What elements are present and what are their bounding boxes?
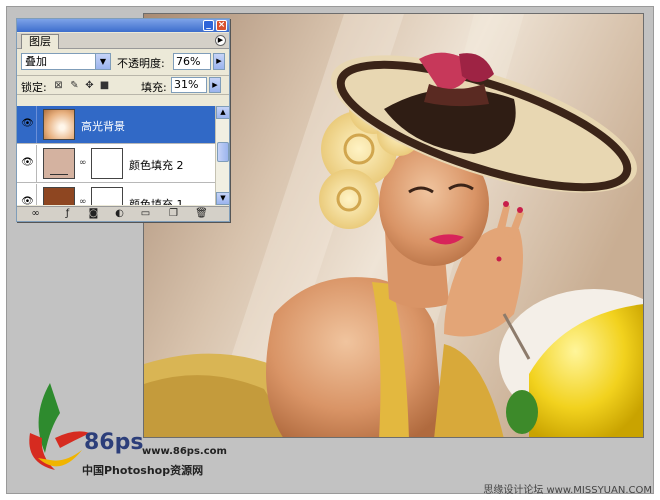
lock-move-icon[interactable]: ✥ [84,80,95,91]
layer-name: 高光背景 [81,120,125,133]
scroll-up-icon[interactable]: ▲ [216,106,230,119]
layer-mask-thumbnail [91,187,123,205]
layer-thumbnail [43,148,75,179]
lock-all-icon[interactable]: ■ [99,80,110,91]
new-group-icon[interactable]: ▭ [139,208,152,220]
layer-row[interactable]: 👁 高光背景 [17,106,215,144]
forum-watermark: 思缘设计论坛 www.MISSYUAN.COM [483,485,652,496]
adjustment-layer-icon[interactable]: ◐ [113,208,126,220]
lock-transparent-icon[interactable]: ⊠ [53,80,64,91]
palette-bottombar: ∞ ƒ ◙ ◐ ▭ ❐ 🗑 [17,206,229,221]
minimize-icon[interactable]: _ [203,20,214,31]
layers-palette: _ × 图层 ▶ 叠加 ▼ 不透明度: 76% ▶ 锁定: ⊠ ✎ ✥ ■ 填充… [16,18,230,222]
opacity-input[interactable]: 76% [173,53,211,70]
opacity-label: 不透明度: [117,57,165,70]
scroll-thumb[interactable] [217,142,229,162]
layer-row[interactable]: 👁 ∞ 颜色填充 1 [17,184,215,205]
eye-icon[interactable]: 👁 [19,106,37,143]
lock-label: 锁定: [21,81,47,94]
layers-list: 👁 高光背景 👁 ∞ 颜色填充 2 👁 ∞ 颜色填充 1 [17,106,215,205]
site-logo: 86ps www.86ps.com 中国Photoshop资源网 [20,378,227,478]
fill-label: 填充: [141,81,167,94]
link-icon[interactable]: ∞ [79,196,87,205]
add-mask-icon[interactable]: ◙ [87,208,100,220]
blend-mode-value: 叠加 [25,55,47,68]
fill-arrow-icon[interactable]: ▶ [209,77,221,93]
eye-icon[interactable]: 👁 [19,145,37,182]
layer-thumbnail [43,187,75,205]
layer-name: 颜色填充 1 [129,198,184,205]
new-layer-icon[interactable]: ❐ [167,208,180,220]
logo-url: www.86ps.com [142,446,227,457]
logo-swoosh-icon [29,383,90,470]
chevron-down-icon[interactable]: ▼ [95,54,110,69]
trash-icon[interactable]: 🗑 [195,208,208,220]
layer-name: 颜色填充 2 [129,159,184,172]
link-layers-icon[interactable]: ∞ [29,208,42,220]
layers-scrollbar[interactable]: ▲ ▼ [215,106,230,205]
fill-input[interactable]: 31% [171,77,207,93]
palette-tab-row: 图层 ▶ [17,33,229,49]
lock-brush-icon[interactable]: ✎ [69,80,80,91]
scroll-down-icon[interactable]: ▼ [216,192,230,205]
blend-row: 叠加 ▼ 不透明度: 76% ▶ [21,53,227,71]
lock-row: 锁定: ⊠ ✎ ✥ ■ 填充: 31% ▶ [17,75,229,95]
layer-row[interactable]: 👁 ∞ 颜色填充 2 [17,145,215,183]
logo-brand: 86ps [84,430,144,455]
slider-icon [50,171,68,175]
blend-mode-select[interactable]: 叠加 ▼ [21,53,111,70]
eye-icon[interactable]: 👁 [19,184,37,205]
tab-layers[interactable]: 图层 [21,34,59,49]
layer-mask-thumbnail [91,148,123,179]
palette-menu-icon[interactable]: ▶ [215,35,226,46]
link-icon[interactable]: ∞ [79,157,87,169]
palette-titlebar[interactable]: _ × [17,19,229,32]
layer-thumbnail [43,109,75,140]
close-icon[interactable]: × [216,20,227,31]
opacity-arrow-icon[interactable]: ▶ [213,53,225,70]
layer-style-icon[interactable]: ƒ [61,208,74,220]
logo-site-name: 中国Photoshop资源网 [82,464,204,477]
